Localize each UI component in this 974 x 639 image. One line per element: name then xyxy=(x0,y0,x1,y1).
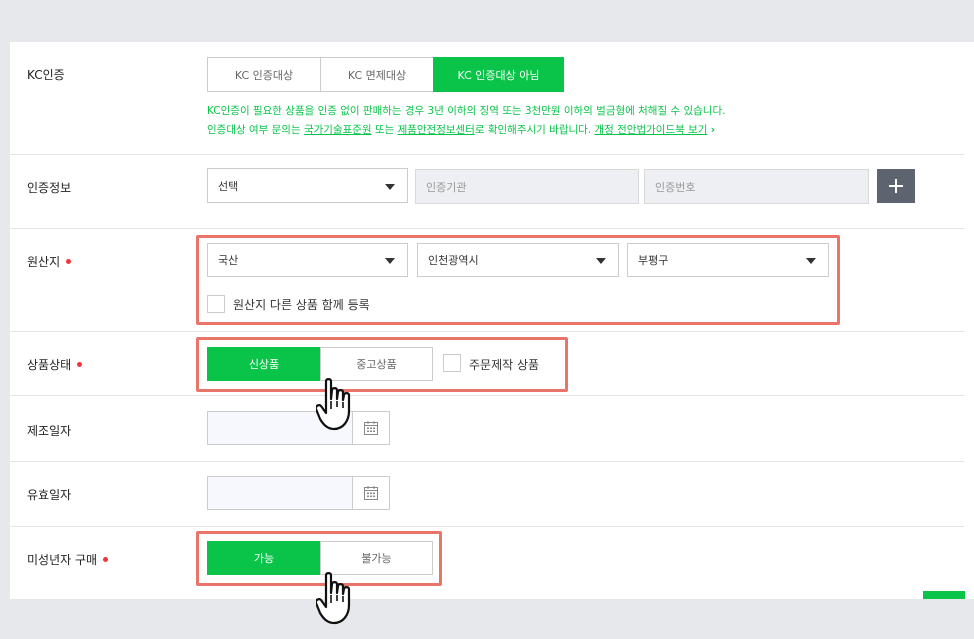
cert-info-label: 인증정보 xyxy=(27,181,72,195)
cert-agency-placeholder: 인증기관 xyxy=(426,180,467,194)
kc-note-text-a: 인증대상 여부 문의는 xyxy=(207,124,304,136)
plus-icon xyxy=(889,179,903,193)
caret-down-icon xyxy=(385,183,395,190)
required-dot-icon xyxy=(103,557,109,562)
guidebook-link[interactable]: 개정 전안법가이드북 보기 xyxy=(594,124,707,136)
calendar-icon xyxy=(364,486,378,500)
kc-option-exempt[interactable]: KC 면제대상 xyxy=(320,57,434,92)
kc-option-not-target[interactable]: KC 인증대상 아님 xyxy=(433,57,564,92)
manufacture-label: 제조일자 xyxy=(27,424,72,438)
minor-label: 미성년자 구매 xyxy=(27,551,109,568)
add-cert-button[interactable] xyxy=(877,169,915,203)
kc-label: KC인증 xyxy=(27,68,65,82)
condition-label-text: 상품상태 xyxy=(27,358,72,372)
expiry-label: 유효일자 xyxy=(27,488,72,502)
kc-option-target[interactable]: KC 인증대상 xyxy=(207,57,321,92)
cert-type-value: 선택 xyxy=(218,179,239,193)
required-dot-icon xyxy=(66,259,72,264)
required-dot-icon xyxy=(77,362,83,367)
kc-note-line2: 인증대상 여부 문의는 국가기술표준원 또는 제품안전정보센터로 확인해주시기 … xyxy=(207,122,715,137)
minor-row: 미성년자 구매 xyxy=(10,527,964,599)
expiry-row: 유효일자 xyxy=(10,462,964,527)
condition-label: 상품상태 xyxy=(27,356,83,373)
kc-note-text-b: 또는 xyxy=(371,124,398,136)
pointer-hand-icon xyxy=(316,572,351,625)
condition-highlight-box xyxy=(196,337,568,392)
cert-number-placeholder: 인증번호 xyxy=(655,180,696,194)
safety-center-link[interactable]: 제품안전정보센터 xyxy=(398,124,475,136)
pointer-hand-icon xyxy=(316,378,351,431)
origin-label-text: 원산지 xyxy=(27,255,61,269)
origin-highlight-box xyxy=(196,235,840,325)
kc-note-line1: KC인증이 필요한 상품을 인증 없이 판매하는 경우 3년 이하의 징역 또는… xyxy=(207,105,726,117)
action-button-edge[interactable] xyxy=(923,591,965,599)
expiry-calendar-button[interactable] xyxy=(352,476,390,510)
cert-agency-input[interactable]: 인증기관 xyxy=(415,169,639,204)
cert-number-input[interactable]: 인증번호 xyxy=(644,169,869,204)
minor-label-text: 미성년자 구매 xyxy=(27,553,98,567)
cert-type-select[interactable]: 선택 xyxy=(207,168,408,203)
kc-note-text-c: 로 확인해주시기 바랍니다. xyxy=(474,124,595,136)
expiry-date-input[interactable] xyxy=(207,476,353,510)
origin-label: 원산지 xyxy=(27,253,72,270)
manufacture-row: 제조일자 xyxy=(10,396,964,462)
chevron-right-icon: › xyxy=(710,124,716,136)
kats-link[interactable]: 국가기술표준원 xyxy=(304,124,372,136)
